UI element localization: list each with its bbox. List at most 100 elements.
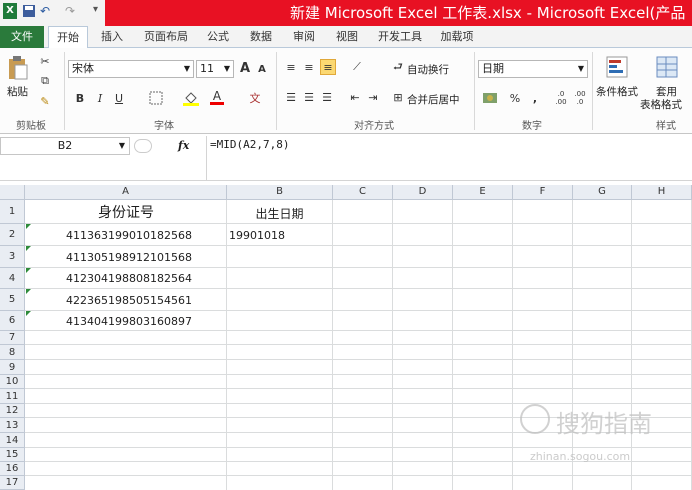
merge-center-button[interactable]: 合并后居中 (407, 92, 460, 107)
row-header[interactable]: 1 (0, 200, 25, 224)
decrease-indent-icon[interactable]: ⇤ (348, 90, 362, 104)
alignment-group-label: 对齐方式 (354, 121, 394, 132)
column-header-c[interactable]: C (333, 185, 393, 200)
copy-icon[interactable]: ⧉ (38, 74, 52, 88)
row-header[interactable]: 17 (0, 476, 25, 490)
increase-decimal-button[interactable]: .0 .00 (553, 88, 569, 108)
row-header[interactable]: 13 (0, 418, 25, 433)
underline-button[interactable]: U (112, 90, 126, 106)
row-header[interactable]: 3 (0, 246, 25, 268)
column-header-a[interactable]: A (25, 185, 227, 200)
error-indicator-icon (26, 268, 31, 273)
tab-developer[interactable]: 开发工具 (372, 26, 428, 48)
select-all-corner[interactable] (0, 185, 25, 200)
wrap-text-icon[interactable]: ⮐ (390, 60, 406, 74)
undo-icon[interactable]: ↶ (40, 4, 54, 18)
format-painter-icon[interactable]: ✎ (38, 94, 52, 108)
row-header[interactable]: 8 (0, 345, 25, 360)
orientation-icon[interactable]: ⟋ (348, 60, 366, 74)
row-header[interactable]: 15 (0, 448, 25, 462)
grow-font-icon[interactable]: A (238, 60, 252, 76)
wrap-text-button[interactable]: 自动换行 (407, 62, 449, 77)
tab-view[interactable]: 视图 (329, 26, 365, 48)
gridline (25, 447, 692, 448)
row-header[interactable]: 7 (0, 331, 25, 345)
column-header-f[interactable]: F (513, 185, 573, 200)
cell-a2[interactable]: 411363199010182568 (66, 229, 192, 242)
row-header[interactable]: 10 (0, 375, 25, 389)
font-size-select[interactable]: 11 ▼ (196, 60, 234, 78)
row-header[interactable]: 4 (0, 268, 25, 289)
save-icon[interactable] (22, 4, 36, 18)
cell-a1[interactable]: 身份证号 (26, 202, 226, 222)
font-name-value: 宋体 (72, 62, 94, 75)
name-box[interactable]: B2 ▼ (0, 137, 130, 155)
tab-home[interactable]: 开始 (48, 26, 88, 49)
cell-a3[interactable]: 411305198912101568 (66, 251, 192, 264)
align-center-icon[interactable]: ☰ (302, 90, 316, 104)
italic-button[interactable]: I (93, 90, 107, 106)
cell-a5[interactable]: 422365198505154561 (66, 294, 192, 307)
decrease-decimal-button[interactable]: .00 .0 (572, 88, 588, 108)
align-bottom-icon[interactable]: ≡ (320, 59, 336, 75)
formula-bar-resize-icon[interactable] (134, 139, 152, 153)
gridline (25, 359, 692, 360)
phonetic-guide-icon[interactable]: 文 (246, 90, 264, 106)
row-header[interactable]: 5 (0, 289, 25, 311)
gridline (25, 475, 692, 476)
tab-page-layout[interactable]: 页面布局 (138, 26, 194, 48)
row-header[interactable]: 2 (0, 224, 25, 246)
increase-indent-icon[interactable]: ⇥ (366, 90, 380, 104)
align-top-icon[interactable]: ≡ (284, 60, 298, 74)
align-left-icon[interactable]: ☰ (284, 90, 298, 104)
paste-icon[interactable] (6, 54, 30, 82)
cell-a4[interactable]: 412304198808182564 (66, 272, 192, 285)
conditional-formatting-icon[interactable] (604, 54, 630, 80)
merge-center-icon[interactable]: ⊞ (390, 90, 406, 104)
column-header-d[interactable]: D (393, 185, 453, 200)
comma-button[interactable]: , (530, 90, 540, 106)
cell-b2[interactable]: 19901018 (229, 229, 285, 242)
format-as-table-label-2[interactable]: 表格格式 (640, 97, 682, 112)
border-icon[interactable] (146, 90, 166, 106)
row-header[interactable]: 11 (0, 389, 25, 404)
tab-data[interactable]: 数据 (243, 26, 279, 48)
watermark-text: 搜狗指南 (556, 410, 652, 438)
paste-label[interactable]: 粘贴 (7, 84, 28, 99)
conditional-formatting-button[interactable]: 条件格式 (596, 84, 638, 99)
align-middle-icon[interactable]: ≡ (302, 60, 316, 74)
clipboard-group-label: 剪贴板 (16, 121, 46, 132)
number-group-label: 数字 (522, 121, 542, 132)
column-header-g[interactable]: G (573, 185, 632, 200)
row-header[interactable]: 14 (0, 433, 25, 448)
row-header[interactable]: 16 (0, 462, 25, 476)
row-header[interactable]: 12 (0, 404, 25, 418)
tab-file[interactable]: 文件 (0, 26, 44, 48)
align-right-icon[interactable]: ☰ (320, 90, 334, 104)
column-header-e[interactable]: E (453, 185, 513, 200)
font-name-select[interactable]: 宋体 ▼ (68, 60, 194, 78)
column-header-b[interactable]: B (227, 185, 333, 200)
percent-button[interactable]: % (508, 90, 522, 106)
tab-review[interactable]: 审阅 (286, 26, 322, 48)
tab-formulas[interactable]: 公式 (200, 26, 236, 48)
format-as-table-icon[interactable] (654, 54, 680, 80)
currency-icon[interactable] (481, 90, 499, 106)
shrink-font-icon[interactable]: A (256, 62, 268, 76)
font-color-icon[interactable]: A (208, 88, 226, 106)
bold-button[interactable]: B (73, 90, 87, 106)
tab-addins[interactable]: 加载项 (434, 26, 480, 48)
redo-icon[interactable]: ↷ (65, 4, 79, 18)
fill-color-icon[interactable] (182, 90, 200, 106)
column-header-h[interactable]: H (632, 185, 692, 200)
gridline (25, 330, 692, 331)
cut-icon[interactable]: ✂ (38, 54, 52, 68)
row-header[interactable]: 9 (0, 360, 25, 375)
insert-function-icon[interactable]: fx (178, 139, 189, 152)
formula-input[interactable]: =MID(A2,7,8) (206, 136, 692, 180)
tab-insert[interactable]: 插入 (94, 26, 130, 48)
cell-a6[interactable]: 413404199803160897 (66, 315, 192, 328)
cell-b1[interactable]: 出生日期 (227, 205, 332, 222)
row-header[interactable]: 6 (0, 311, 25, 331)
number-format-select[interactable]: 日期 ▼ (478, 60, 588, 78)
